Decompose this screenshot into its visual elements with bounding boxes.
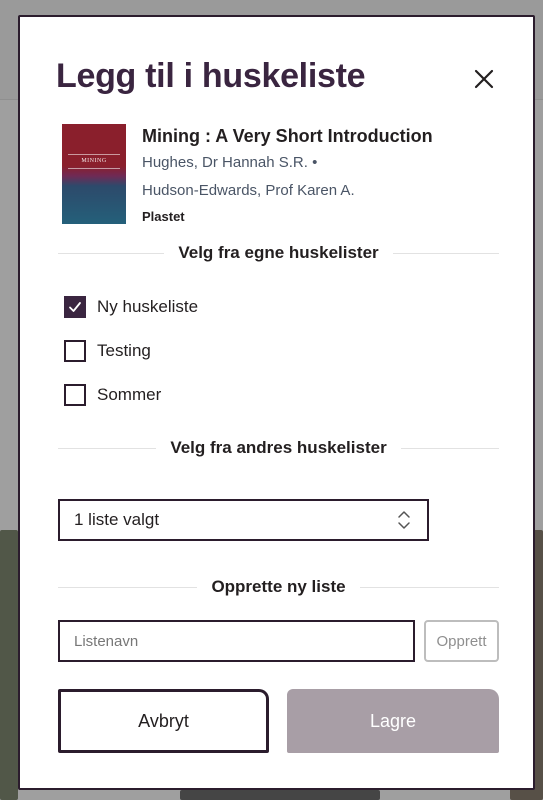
book-cover-image: MINING xyxy=(62,124,126,224)
divider xyxy=(58,447,157,449)
cover-title: MINING xyxy=(81,158,107,164)
cover-decoration xyxy=(68,168,120,169)
close-button[interactable] xyxy=(472,67,496,91)
checkbox-checked[interactable] xyxy=(64,296,86,318)
divider xyxy=(359,586,500,588)
save-button[interactable]: Lagre xyxy=(287,689,499,753)
add-to-wishlist-dialog: Legg til i huskeliste MINING Mining : A … xyxy=(18,15,535,790)
checkbox-label: Sommer xyxy=(97,385,162,404)
new-list-heading-label: Opprette ny liste xyxy=(211,577,346,596)
book-author: Hughes, Dr Hannah S.R. • xyxy=(142,154,318,171)
checkbox-label: Ny huskeliste xyxy=(97,297,199,316)
book-author: Hudson-Edwards, Prof Karen A. xyxy=(142,182,355,199)
chevron-up-down-icon xyxy=(389,508,419,532)
list-checkbox-testing[interactable]: Testing xyxy=(64,339,151,363)
dialog-title: Legg til i huskeliste xyxy=(56,57,366,95)
others-lists-heading-label: Velg fra andres huskelister xyxy=(170,438,387,457)
list-checkbox-ny-huskeliste[interactable]: Ny huskeliste xyxy=(64,295,198,319)
own-lists-heading: Velg fra egne huskelister xyxy=(58,242,499,264)
new-list-heading: Opprette ny liste xyxy=(58,576,500,598)
checkbox-unchecked[interactable] xyxy=(64,340,86,362)
checkmark-icon xyxy=(69,302,81,312)
others-lists-heading: Velg fra andres huskelister xyxy=(58,437,500,459)
cover-decoration xyxy=(68,154,120,155)
divider xyxy=(58,586,198,588)
others-lists-select[interactable]: 1 liste valgt xyxy=(58,499,429,541)
own-lists-heading-label: Velg fra egne huskelister xyxy=(178,243,379,262)
list-name-input[interactable] xyxy=(58,620,415,662)
list-checkbox-sommer[interactable]: Sommer xyxy=(64,383,161,407)
book-format: Plastet xyxy=(142,209,185,224)
book-title: Mining : A Very Short Introduction xyxy=(142,126,433,146)
select-value: 1 liste valgt xyxy=(74,510,160,529)
checkbox-unchecked[interactable] xyxy=(64,384,86,406)
create-list-button[interactable]: Opprett xyxy=(424,620,499,662)
close-icon xyxy=(474,69,494,89)
cancel-button[interactable]: Avbryt xyxy=(58,689,269,753)
divider xyxy=(58,252,165,254)
checkbox-label: Testing xyxy=(97,341,151,360)
divider xyxy=(392,252,499,254)
divider xyxy=(400,447,500,449)
